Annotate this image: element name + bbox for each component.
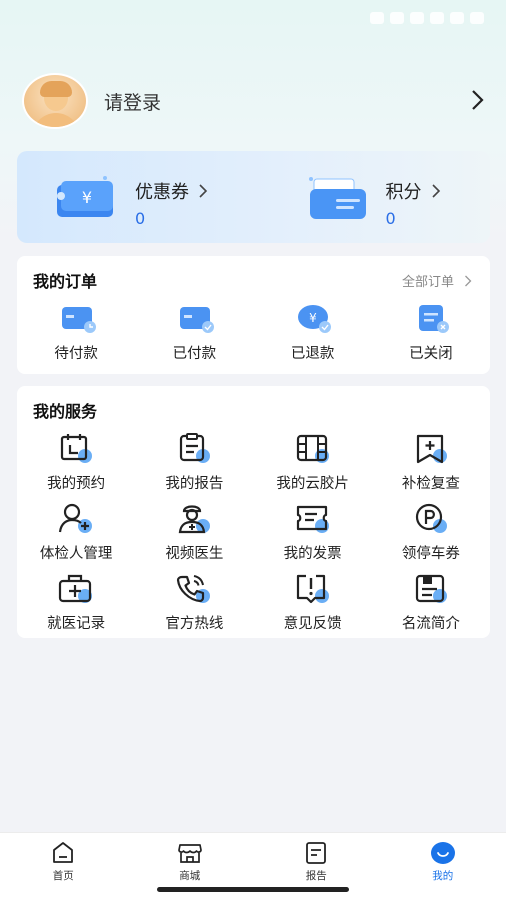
order-pending-payment[interactable]: 待付款 (17, 302, 135, 363)
status-icon (390, 12, 404, 24)
order-paid[interactable]: 已付款 (135, 302, 253, 363)
login-prompt[interactable]: 请登录 (104, 88, 161, 115)
services-row: 我的预约 我的报告 我的云胶片 补检复查 (17, 432, 490, 493)
status-icon (430, 12, 444, 24)
status-bar (370, 12, 484, 24)
parking-icon (415, 503, 447, 533)
status-icon (450, 12, 464, 24)
wallet-card: ¥ 优惠券 0 积分 0 (17, 151, 490, 243)
order-closed[interactable]: 已关闭 (372, 302, 490, 363)
profile-row[interactable]: 请登录 (22, 72, 492, 130)
chevron-right-icon[interactable] (466, 89, 488, 111)
status-icon (410, 12, 424, 24)
service-feedback[interactable]: 意见反馈 (254, 572, 372, 633)
coupon-title[interactable]: 优惠券 (135, 178, 209, 204)
shop-icon (177, 844, 202, 863)
coupon-count: 0 (135, 209, 146, 228)
service-cloud-film[interactable]: 我的云胶片 (254, 432, 372, 493)
home-indicator (157, 887, 349, 892)
clipboard-report-icon (180, 433, 211, 463)
service-recheck[interactable]: 补检复查 (372, 432, 490, 493)
recheck-plus-icon (416, 434, 447, 464)
refunded-coin-icon: ¥ (297, 305, 331, 333)
tab-mine[interactable]: 我的 (380, 833, 506, 900)
service-hotline[interactable]: 官方热线 (135, 572, 253, 633)
status-icon (470, 12, 484, 24)
report-icon (306, 842, 327, 864)
chevron-right-icon (431, 184, 440, 198)
points-title[interactable]: 积分 (386, 178, 442, 204)
points-count: 0 (385, 209, 396, 228)
profile-smile-icon (430, 842, 455, 864)
person-add-icon (59, 503, 93, 533)
closed-order-icon (418, 305, 449, 333)
paid-card-icon (180, 307, 215, 333)
service-invoices[interactable]: 我的发票 (254, 502, 372, 563)
coupon-ticket-icon: ¥ (57, 176, 113, 217)
intro-document-icon (415, 574, 447, 603)
avatar[interactable] (22, 73, 88, 129)
service-reports[interactable]: 我的报告 (135, 432, 253, 493)
chevron-right-icon (199, 184, 208, 198)
orders-card: 我的订单 全部订单 待付款 已付款 ¥ 已退款 已关闭 (17, 256, 490, 374)
orders-title: 我的订单 (33, 272, 98, 291)
film-icon (296, 434, 329, 463)
invoice-icon (296, 505, 329, 533)
order-refunded[interactable]: ¥ 已退款 (254, 302, 372, 363)
svg-text:¥: ¥ (309, 311, 317, 325)
tab-home[interactable]: 首页 (0, 833, 127, 900)
services-row: 体检人管理 视频医生 我的发票 领停车券 (17, 502, 490, 563)
service-medical-records[interactable]: 就医记录 (17, 572, 135, 633)
coupon-entry[interactable]: ¥ 优惠券 0 (17, 151, 254, 243)
service-introduction[interactable]: 名流简介 (372, 572, 490, 633)
services-row: 就医记录 官方热线 意见反馈 名流简介 (17, 572, 490, 633)
medical-kit-icon (59, 574, 93, 603)
service-video-doctor[interactable]: 视频医生 (135, 502, 253, 563)
chevron-right-icon (465, 275, 472, 286)
service-parking[interactable]: 领停车券 (372, 502, 490, 563)
orders-grid: 待付款 已付款 ¥ 已退款 已关闭 (17, 302, 490, 363)
phone-icon (177, 575, 211, 603)
services-title: 我的服务 (33, 402, 98, 421)
services-card: 我的服务 我的预约 我的报告 我的云胶片 补检复查 体检人管理 视频医生 我的发… (17, 386, 490, 638)
all-orders-link[interactable]: 全部订单 (402, 271, 472, 290)
status-icon (370, 12, 384, 24)
points-entry[interactable]: 积分 0 (254, 151, 491, 243)
calendar-icon (61, 434, 93, 463)
home-icon (53, 842, 74, 863)
service-appointments[interactable]: 我的预约 (17, 432, 135, 493)
points-wallet-icon (308, 177, 366, 219)
feedback-icon (296, 574, 329, 604)
doctor-icon (179, 505, 211, 534)
service-examinees[interactable]: 体检人管理 (17, 502, 135, 563)
svg-text:¥: ¥ (82, 188, 92, 207)
pending-payment-card-icon (62, 307, 97, 333)
